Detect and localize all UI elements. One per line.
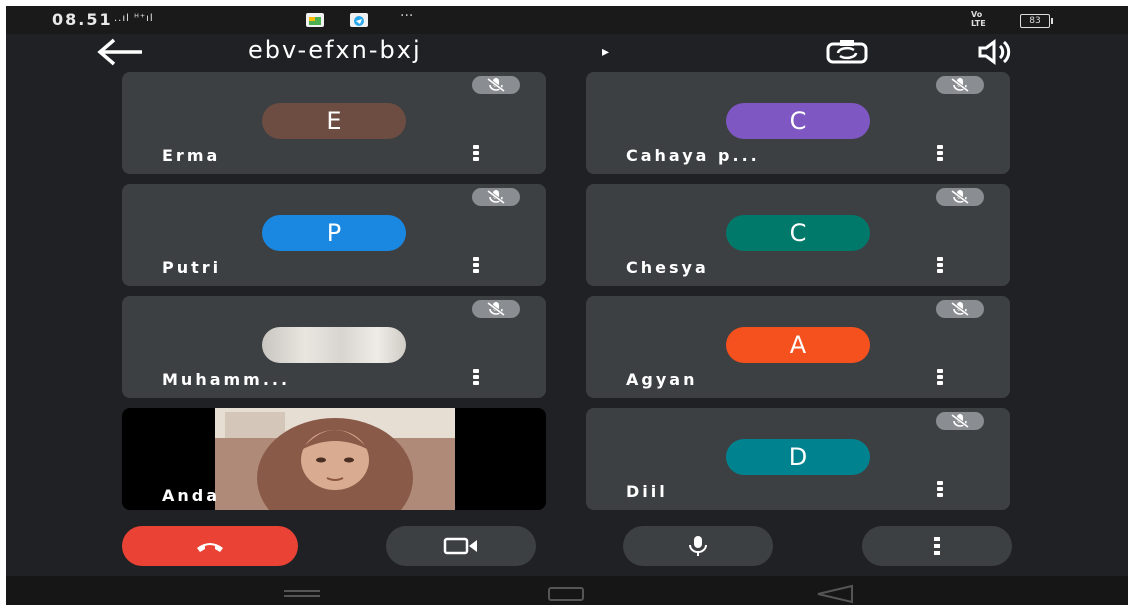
avatar: D bbox=[726, 439, 870, 475]
self-camera-preview bbox=[215, 408, 455, 510]
avatar-photo bbox=[262, 327, 406, 363]
mic-off-icon bbox=[472, 300, 520, 318]
end-call-button[interactable] bbox=[122, 526, 298, 566]
more-vert-icon[interactable] bbox=[936, 481, 944, 499]
participant-name: Cahaya p... bbox=[626, 146, 760, 165]
participant-name: Erma bbox=[162, 146, 221, 165]
status-bar: 08.51 ..ıl ᴴ⁺ıl ··· Vo LTE 83 bbox=[6, 6, 1128, 34]
back-arrow-icon[interactable] bbox=[94, 36, 146, 68]
mic-icon bbox=[689, 536, 707, 556]
back-nav-icon[interactable] bbox=[817, 584, 853, 604]
more-vert-icon[interactable] bbox=[936, 145, 944, 163]
mic-off-icon bbox=[936, 188, 984, 206]
mic-off-icon bbox=[936, 412, 984, 430]
avatar: C bbox=[726, 215, 870, 251]
recents-nav-icon[interactable] bbox=[284, 590, 320, 597]
meeting-code[interactable]: ebv-efxn-bxj bbox=[248, 36, 422, 64]
more-notifications-icon: ··· bbox=[400, 8, 414, 24]
meet-screen: 08.51 ..ıl ᴴ⁺ıl ··· Vo LTE 83 ebv-efxn-b… bbox=[6, 6, 1128, 605]
participant-name: Agyan bbox=[626, 370, 698, 389]
mic-off-icon bbox=[936, 76, 984, 94]
participant-name: Putri bbox=[162, 258, 222, 277]
switch-camera-icon[interactable] bbox=[824, 38, 870, 66]
more-options-button[interactable] bbox=[862, 526, 1012, 566]
end-call-icon bbox=[197, 543, 223, 552]
more-vert-icon[interactable] bbox=[472, 369, 480, 387]
participant-tile[interactable]: Muhamm... bbox=[122, 296, 546, 398]
participant-tile[interactable]: P Putri bbox=[122, 184, 546, 286]
gallery-app-icon bbox=[306, 13, 324, 27]
camera-toggle-button[interactable] bbox=[386, 526, 536, 566]
avatar: C bbox=[726, 103, 870, 139]
avatar: P bbox=[262, 215, 406, 251]
avatar: E bbox=[262, 103, 406, 139]
participant-tile[interactable]: D Diil bbox=[586, 408, 1010, 510]
volte-indicator: Vo LTE bbox=[971, 10, 986, 28]
self-name: Anda bbox=[162, 486, 221, 505]
more-vert-icon[interactable] bbox=[472, 145, 480, 163]
battery-icon: 83 bbox=[1020, 14, 1053, 28]
more-vert-icon[interactable] bbox=[936, 369, 944, 387]
avatar: A bbox=[726, 327, 870, 363]
signal-strength-icon: ..ıl ᴴ⁺ıl bbox=[114, 13, 154, 24]
telegram-app-icon bbox=[350, 13, 368, 27]
more-vert-icon[interactable] bbox=[936, 257, 944, 275]
participant-tile[interactable]: C Chesya bbox=[586, 184, 1010, 286]
participant-name: Diil bbox=[626, 482, 668, 501]
self-video-tile[interactable]: Anda bbox=[122, 408, 546, 510]
participant-tile[interactable]: E Erma bbox=[122, 72, 546, 174]
videocam-icon bbox=[443, 537, 477, 555]
mic-off-icon bbox=[472, 188, 520, 206]
participant-tile[interactable]: A Agyan bbox=[586, 296, 1010, 398]
mic-off-icon bbox=[936, 300, 984, 318]
mic-toggle-button[interactable] bbox=[623, 526, 773, 566]
participant-tile[interactable]: C Cahaya p... bbox=[586, 72, 1010, 174]
participant-name: Chesya bbox=[626, 258, 709, 277]
speaker-icon[interactable] bbox=[976, 38, 1016, 66]
home-nav-icon[interactable] bbox=[548, 587, 584, 601]
mic-off-icon bbox=[472, 76, 520, 94]
meeting-info-caret-icon[interactable]: ▸ bbox=[602, 44, 609, 60]
more-vert-icon bbox=[934, 537, 940, 555]
participant-name: Muhamm... bbox=[162, 370, 291, 389]
status-time: 08.51 bbox=[52, 10, 113, 29]
more-vert-icon[interactable] bbox=[472, 257, 480, 275]
system-nav-bar bbox=[6, 576, 1128, 605]
